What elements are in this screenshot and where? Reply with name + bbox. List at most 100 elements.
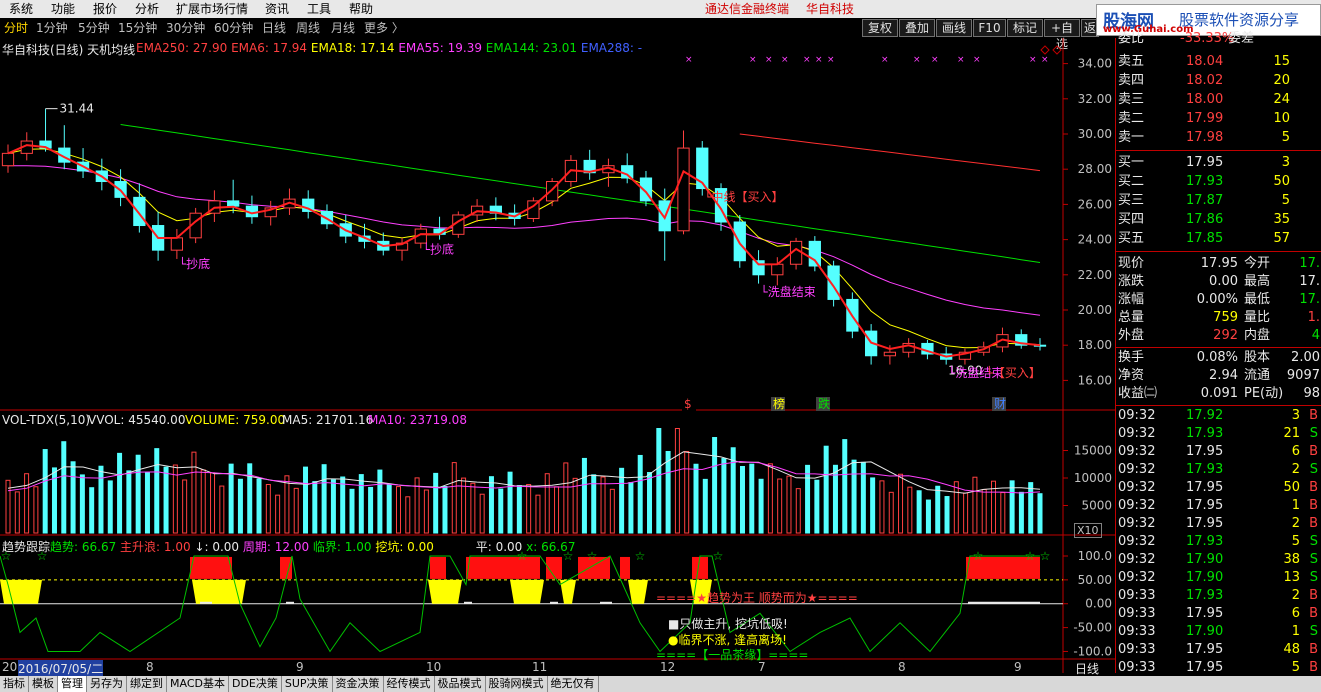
quote-cell: 09:32 [1118,426,1156,441]
tick-row: 09:32 17.95 1 B [1116,497,1321,515]
restore-rights-button[interactable]: 复权 [862,19,898,37]
quote-cell: 18.00 [1186,92,1224,107]
menu-item-help[interactable]: 帮助 [340,0,382,18]
quote-cell: 最高 [1244,274,1271,289]
volume-bar [312,481,318,534]
volume-bar [563,462,569,534]
bottom-tab-1[interactable]: 模板 [29,676,58,692]
menu-item-tools[interactable]: 工具 [298,0,340,18]
quote-cell: 委差 [1228,31,1255,46]
bottom-tab-11[interactable]: 股骑网模式 [486,676,548,692]
diamond-icon [1052,45,1062,55]
app-title: 通达信金融终端 [705,2,790,16]
period-tab-day[interactable]: 日线 [262,18,286,38]
volume-bar [182,479,188,534]
quote-cell: 09:32 [1118,552,1156,567]
draw-line-button[interactable]: 画线 [936,19,972,37]
quote-cell: 股本 [1244,350,1271,365]
quote-cell: PE(动) [1244,386,1284,401]
ema-legend-item: EMA250: 27.90 [136,41,232,55]
bottom-tab-10[interactable]: 极品模式 [435,676,486,692]
bottom-tab-0[interactable]: 指标 [0,676,29,692]
trend-yellow-block [510,579,544,604]
mark-button[interactable]: 标记 [1007,19,1043,37]
volume-bar [368,486,374,534]
quote-cell: 2 [1291,588,1300,603]
period-tab-15min[interactable]: 15分钟 [118,18,157,38]
volume-bar [795,488,801,534]
volume-bar [526,483,532,534]
period-tab-5min[interactable]: 5分钟 [78,18,110,38]
volume-bar [981,488,987,534]
bottom-tab-4[interactable]: 绑定到 [127,676,167,692]
quote-cell: 外盘 [1118,328,1145,343]
volume-bar [423,489,429,534]
quote-cell: 17.87 [1186,193,1224,208]
chart-svg[interactable]: 34.00 32.00 30.00 28.00 26.00 24.00 22.00 20.00… [0,38,1115,673]
period-mode-label[interactable]: 日线 [1075,660,1099,677]
volume-bar [888,491,894,534]
quote-cell: 买二 [1118,174,1145,189]
menu-item-quote[interactable]: 报价 [84,0,126,18]
bottom-tab-5[interactable]: MACD基本 [167,676,229,692]
date-axis-label: 8 [146,660,154,674]
quote-cell: 买三 [1118,193,1145,208]
bottom-tab-2[interactable]: 管理 [58,676,87,692]
quote-cell: S [1309,462,1318,477]
volume-bar [210,472,216,534]
chart-area[interactable]: 34.00 32.00 30.00 28.00 26.00 24.00 22.00 20.00… [0,38,1115,677]
menu-item-function[interactable]: 功能 [42,0,84,18]
ask-row: 卖一 17.98 5 [1116,129,1321,147]
quote-cell: 2 [1291,516,1300,531]
date-axis-label: 8 [898,660,906,674]
bottom-tab-7[interactable]: SUP决策 [282,676,333,692]
trend-legend-item: 平: 0.00 [475,540,527,554]
ema250-line [739,133,1041,172]
quote-cell: 759 [1213,310,1238,325]
volume-bar [665,450,671,534]
bottom-tab-8[interactable]: 资金决策 [333,676,384,692]
menu-item-news[interactable]: 资讯 [256,0,298,18]
quote-cell: 17.95 [1186,498,1224,513]
period-tab-month[interactable]: 月线 [331,18,355,38]
add-favorite-button[interactable]: +自选 [1044,19,1080,51]
trend-axis-label: 50.00 [1078,573,1112,587]
quote-cell: 17.85 [1186,231,1224,246]
quote-cell: 17.93 [1186,426,1224,441]
f10-button[interactable]: F10 [973,19,1006,37]
price-axis-label: 34.00 [1078,57,1112,71]
period-tab-more[interactable]: 更多 〉 [364,18,404,38]
tick-row: 09:32 17.95 50 B [1116,479,1321,497]
bottom-tab-3[interactable]: 另存为 [87,676,127,692]
volume-bar [33,486,39,534]
menu-item-analysis[interactable]: 分析 [126,0,168,18]
quote-cell: 17.98 [1186,130,1224,145]
quote-cell: 卖四 [1118,73,1145,88]
trend-axis-label: 100.0 [1078,549,1112,563]
quote-cell: 现价 [1118,256,1145,271]
quote-cell: 57 [1273,231,1290,246]
date-axis-label: 7 [758,660,766,674]
period-tab-60min[interactable]: 60分钟 [214,18,253,38]
period-tab-30min[interactable]: 30分钟 [166,18,205,38]
period-tab-week[interactable]: 周线 [296,18,320,38]
volume-bar [749,463,755,534]
volume-bar [1000,492,1006,534]
volume-bar [674,428,680,534]
bottom-tab-12[interactable]: 绝无仅有 [548,676,599,692]
volume-bar [805,464,811,534]
volume-bar [600,476,606,534]
bottom-tab-9[interactable]: 经传模式 [384,676,435,692]
price-axis-label: 32.00 [1078,92,1112,106]
volume-bar [265,483,271,534]
bottom-tab-6[interactable]: DDE决策 [229,676,282,692]
overlay-button[interactable]: 叠加 [899,19,935,37]
volume-bar [507,471,513,534]
menu-item-system[interactable]: 系统 [0,0,42,18]
quote-cell: 买五 [1118,231,1145,246]
quote-cell: 17. [1299,292,1320,307]
menu-item-ext-market[interactable]: 扩展市场行情 [168,0,256,18]
period-tab-intraday[interactable]: 分时 [4,18,28,38]
period-tab-1min[interactable]: 1分钟 [36,18,68,38]
trend-red-block [466,556,540,579]
